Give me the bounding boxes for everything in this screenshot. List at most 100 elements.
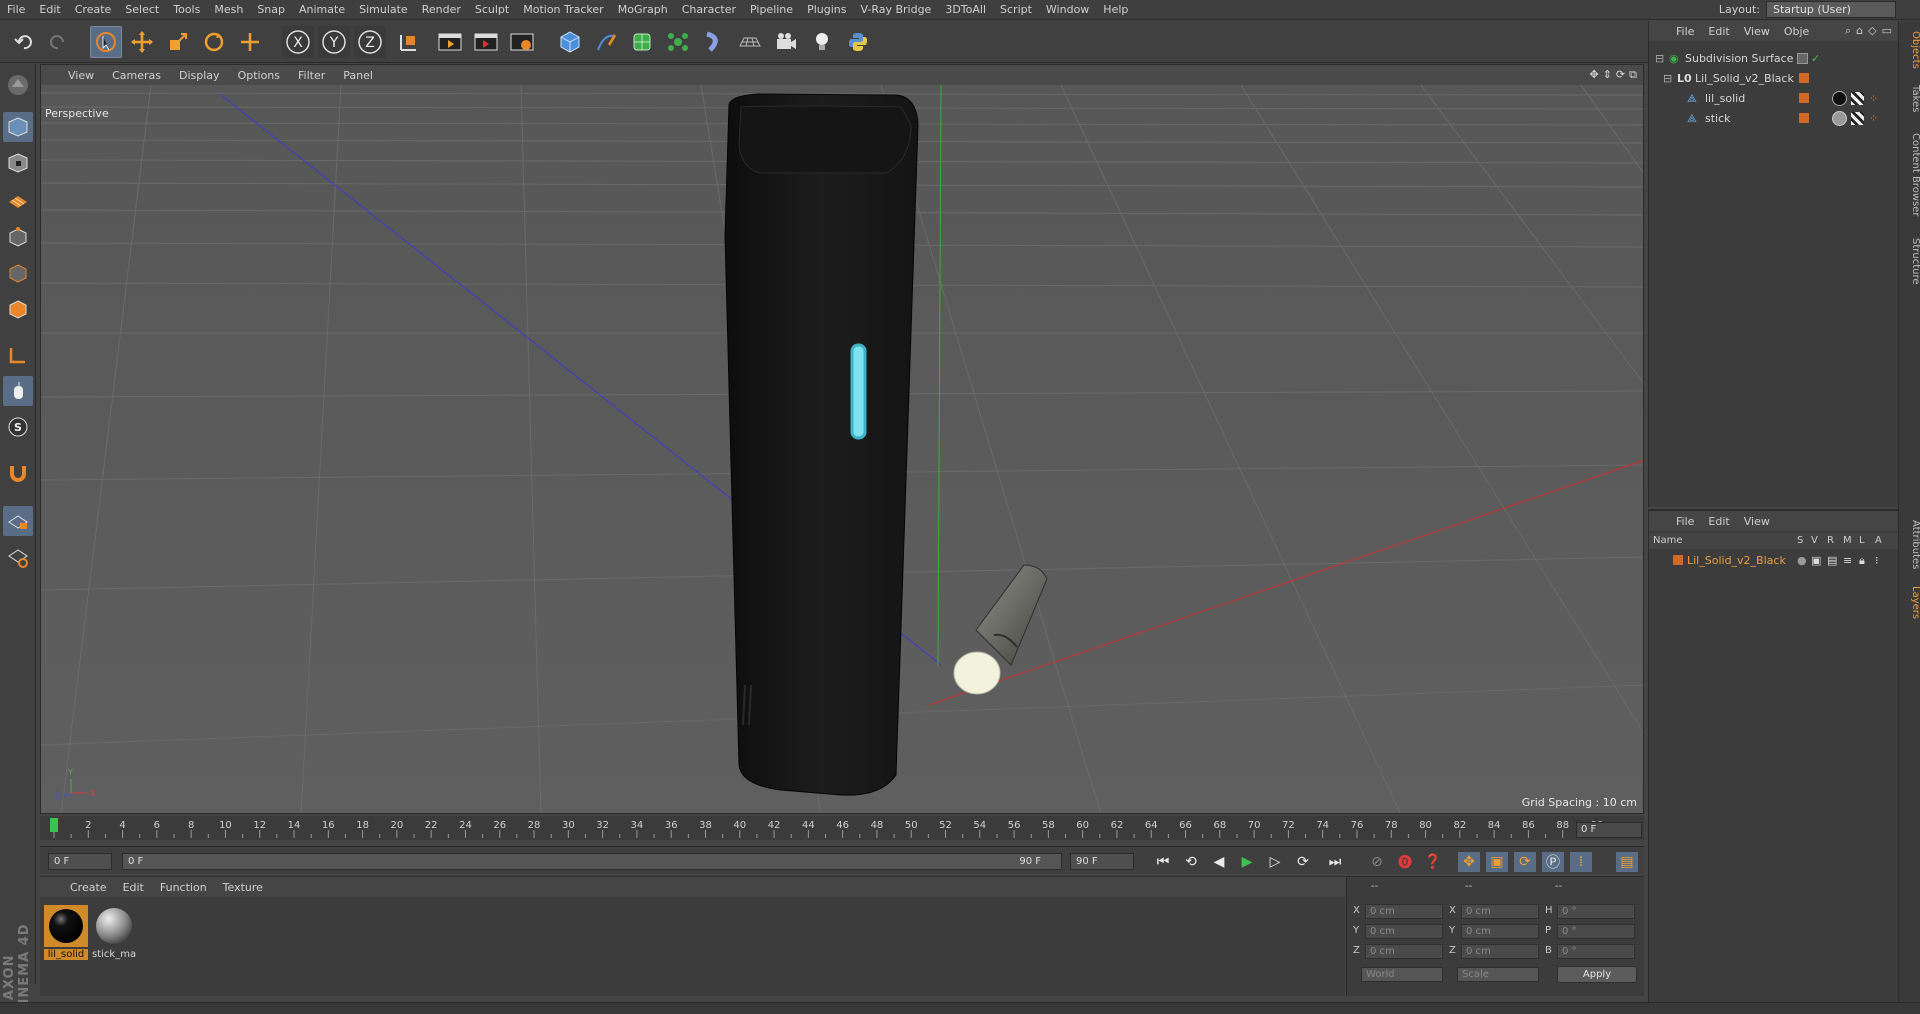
material-menu-function[interactable]: Function: [152, 881, 215, 894]
play-icon[interactable]: ▶: [1236, 852, 1258, 872]
tab-structure[interactable]: Structure: [1899, 231, 1920, 291]
timeline-ruler[interactable]: 0246810121416182022242628303234363840424…: [40, 816, 1644, 840]
next-frame-icon[interactable]: ▷: [1264, 852, 1286, 872]
material-tag-icon[interactable]: [1832, 91, 1847, 106]
rotation-h-field[interactable]: 0 °: [1557, 904, 1635, 919]
render-settings-button[interactable]: [506, 26, 538, 58]
manager-icon[interactable]: ≡: [1843, 551, 1852, 570]
material-stick[interactable]: [92, 905, 136, 947]
workplane-align-button[interactable]: [3, 542, 33, 572]
menu-window[interactable]: Window: [1039, 0, 1096, 20]
coordinate-system-button[interactable]: [392, 26, 424, 58]
undo-button[interactable]: [8, 26, 40, 58]
menu-character[interactable]: Character: [675, 0, 743, 20]
tab-content-browser[interactable]: Content Browser: [1899, 125, 1920, 225]
pen-spline-button[interactable]: [590, 26, 622, 58]
menu-motion-tracker[interactable]: Motion Tracker: [516, 0, 610, 20]
workplane-mode-button[interactable]: [3, 184, 33, 214]
deformer-button[interactable]: [698, 26, 730, 58]
tab-takes[interactable]: Takes: [1899, 79, 1920, 119]
workplane-lock-button[interactable]: [3, 506, 33, 536]
rotation-b-field[interactable]: 0 °: [1557, 944, 1635, 959]
parameter-key-icon[interactable]: Ⓟ: [1542, 852, 1564, 872]
layer-column-name[interactable]: Name: [1653, 535, 1683, 546]
python-script-button[interactable]: [842, 26, 874, 58]
tweak-mode-button[interactable]: [3, 376, 33, 406]
menu-sculpt[interactable]: Sculpt: [468, 0, 516, 20]
lock-icon[interactable]: 🔒︎: [1859, 551, 1865, 570]
scale-tool-button[interactable]: [162, 26, 194, 58]
render-view-button[interactable]: [434, 26, 466, 58]
end-frame-field[interactable]: 90 F: [1070, 853, 1134, 870]
x-axis-lock-button[interactable]: X: [282, 26, 314, 58]
cloner-button[interactable]: [662, 26, 694, 58]
layer-menu-file[interactable]: File: [1669, 515, 1701, 528]
previous-key-icon[interactable]: ⟲: [1180, 852, 1202, 872]
render-to-picture-viewer-button[interactable]: [470, 26, 502, 58]
position-z-field[interactable]: 0 cm: [1365, 944, 1443, 959]
menu-simulate[interactable]: Simulate: [352, 0, 415, 20]
z-axis-lock-button[interactable]: Z: [354, 26, 386, 58]
layer-column-v[interactable]: V: [1811, 535, 1818, 546]
menu-tools[interactable]: Tools: [166, 0, 207, 20]
subdivision-surface-button[interactable]: [626, 26, 658, 58]
timeline-window-icon[interactable]: ▤: [1616, 852, 1638, 872]
render-icon[interactable]: ▤: [1827, 551, 1837, 570]
layout-dropdown[interactable]: Startup (User): [1766, 1, 1896, 18]
object-menu-obje[interactable]: Obje: [1777, 25, 1816, 38]
viewport-scene[interactable]: Y X Z Perspective Grid Spacing : 10 cm: [41, 84, 1643, 813]
search-icon[interactable]: ⌕: [1845, 24, 1851, 38]
position-key-icon[interactable]: ✥: [1458, 852, 1480, 872]
material-menu-edit[interactable]: Edit: [115, 881, 152, 894]
layer-column-m[interactable]: M: [1843, 535, 1852, 546]
tab-objects[interactable]: Objects: [1899, 27, 1920, 73]
object-menu-file[interactable]: File: [1669, 25, 1701, 38]
texture-mode-button[interactable]: [3, 148, 33, 178]
selection-tag-icon[interactable]: ⁘: [1869, 109, 1878, 128]
keyframe-selection-icon[interactable]: ❓: [1422, 852, 1444, 872]
position-x-field[interactable]: 0 cm: [1365, 904, 1443, 919]
menu-mesh[interactable]: Mesh: [207, 0, 250, 20]
menu-animate[interactable]: Animate: [292, 0, 352, 20]
expand-icon[interactable]: ⊟: [1663, 69, 1672, 88]
go-to-start-icon[interactable]: ⏮: [1152, 852, 1174, 872]
animation-icon[interactable]: ⁝: [1875, 551, 1879, 570]
material-menu-texture[interactable]: Texture: [215, 881, 271, 894]
menu-3dtoall[interactable]: 3DToAll: [938, 0, 993, 20]
viewport-menu-filter[interactable]: Filter: [289, 69, 334, 82]
size-mode-dropdown[interactable]: Scale: [1457, 967, 1539, 982]
previous-frame-icon[interactable]: ◀: [1208, 852, 1230, 872]
object-row-stick[interactable]: ⟁ stick ⁘: [1649, 109, 1899, 128]
point-level-key-icon[interactable]: ⁞: [1570, 852, 1592, 872]
layer-column-s[interactable]: S: [1797, 535, 1803, 546]
menu-select[interactable]: Select: [118, 0, 166, 20]
minimize-icon[interactable]: ▭: [1882, 24, 1892, 38]
layer-column-a[interactable]: A: [1875, 535, 1882, 546]
menu-render[interactable]: Render: [415, 0, 468, 20]
menu-help[interactable]: Help: [1096, 0, 1135, 20]
visible-editor-icon[interactable]: ▣: [1811, 551, 1821, 570]
redo-button[interactable]: [42, 26, 74, 58]
material-menu-create[interactable]: Create: [62, 881, 115, 894]
layer-menu-edit[interactable]: Edit: [1701, 515, 1736, 528]
light-button[interactable]: [806, 26, 838, 58]
position-y-field[interactable]: 0 cm: [1365, 924, 1443, 939]
move-view-icon[interactable]: ✥: [1589, 68, 1598, 82]
move-tool-button[interactable]: [126, 26, 158, 58]
layer-row[interactable]: Lil_Solid_v2_Black ● ▣ ▤ ≡ 🔒︎ ⁝: [1649, 551, 1899, 570]
enabled-check-icon[interactable]: ✓: [1811, 49, 1820, 68]
viewport-menu-cameras[interactable]: Cameras: [103, 69, 170, 82]
menu-pipeline[interactable]: Pipeline: [743, 0, 800, 20]
apply-button[interactable]: Apply: [1557, 966, 1637, 983]
layer-menu-view[interactable]: View: [1737, 515, 1777, 528]
camera-button[interactable]: [770, 26, 802, 58]
uvw-tag-icon[interactable]: [1851, 112, 1864, 125]
edges-mode-button[interactable]: [3, 258, 33, 288]
tab-attributes[interactable]: Attributes: [1899, 515, 1920, 575]
scale-key-icon[interactable]: ▣: [1486, 852, 1508, 872]
size-y-field[interactable]: 0 cm: [1461, 924, 1539, 939]
maximize-view-icon[interactable]: ⧉: [1629, 68, 1637, 82]
next-key-icon[interactable]: ⟳: [1292, 852, 1314, 872]
viewport-menu-panel[interactable]: Panel: [334, 69, 382, 82]
record-keys-icon[interactable]: ⊘: [1366, 852, 1388, 872]
